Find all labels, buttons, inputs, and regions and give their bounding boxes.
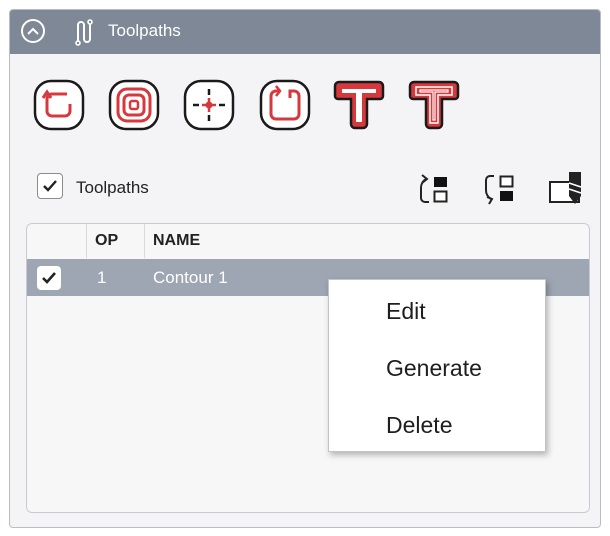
checkmark-icon <box>42 272 56 284</box>
toolpaths-checkbox[interactable] <box>37 173 63 199</box>
concentric-offset-icon[interactable] <box>107 78 161 132</box>
drill-point-icon[interactable] <box>182 78 236 132</box>
column-header-check <box>27 224 87 258</box>
menu-item-generate[interactable]: Generate <box>329 346 545 390</box>
chevron-up-circle-icon[interactable] <box>21 19 45 43</box>
move-up-icon[interactable] <box>412 168 454 210</box>
toolpath-icon <box>72 18 98 51</box>
column-header-op[interactable]: OP <box>87 224 145 258</box>
panel-title: Toolpaths <box>108 21 181 40</box>
row-name: Contour 1 <box>153 268 228 287</box>
text-pocket-icon[interactable] <box>407 78 461 132</box>
menu-item-delete[interactable]: Delete <box>329 403 545 447</box>
row-op: 1 <box>97 268 107 287</box>
checkmark-icon <box>43 180 57 192</box>
tool-library-icon[interactable] <box>546 168 588 210</box>
move-down-icon[interactable] <box>478 168 520 210</box>
pocket-clearance-icon[interactable] <box>32 78 86 132</box>
text-engrave-icon[interactable] <box>332 78 386 132</box>
column-header-name[interactable]: NAME <box>145 224 589 258</box>
profile-contour-icon[interactable] <box>258 78 312 132</box>
menu-item-edit[interactable]: Edit <box>329 289 545 333</box>
panel-header: Toolpaths <box>10 10 600 54</box>
row-checkbox[interactable] <box>37 266 61 290</box>
context-menu: Edit Generate Delete <box>328 279 546 452</box>
toolpaths-checkbox-label: Toolpaths <box>76 178 149 197</box>
